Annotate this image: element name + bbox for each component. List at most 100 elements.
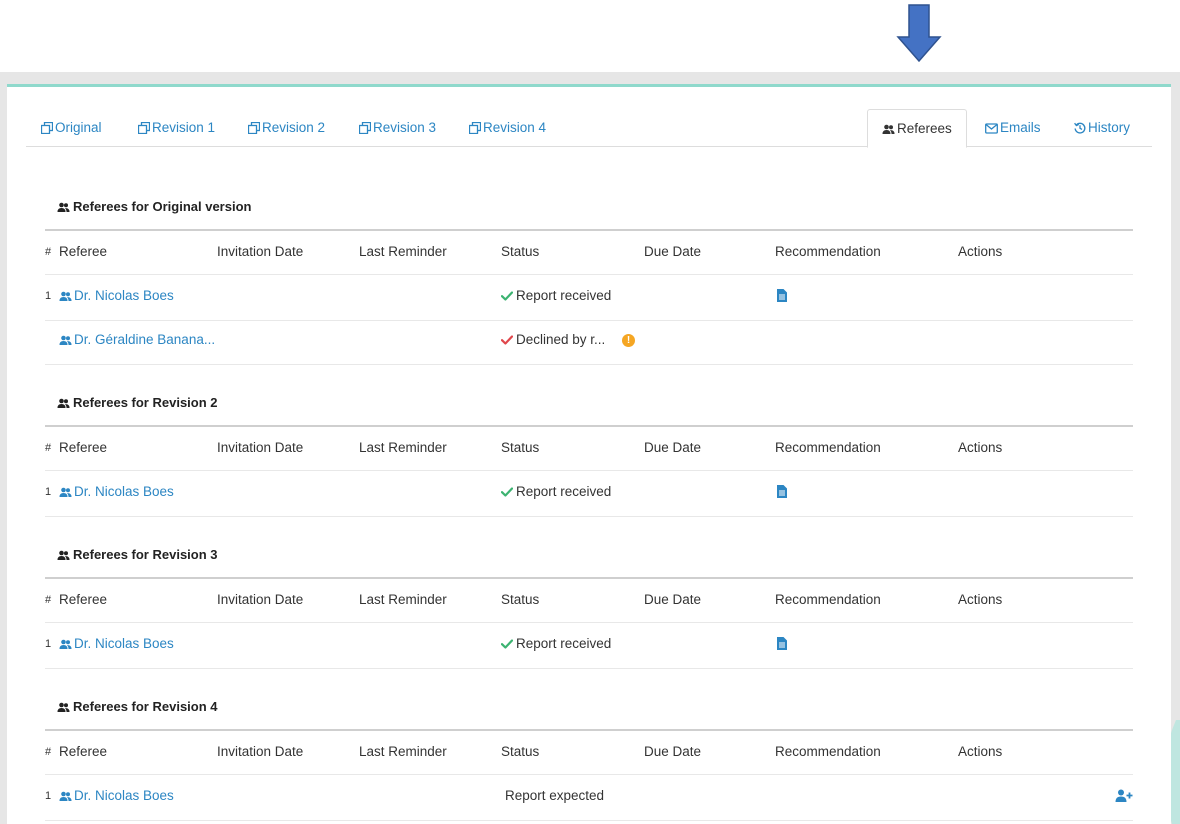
users-icon xyxy=(882,124,895,134)
warning-icon[interactable]: ! xyxy=(622,334,635,347)
check-green-icon xyxy=(500,288,516,303)
column-header: Actions xyxy=(958,592,1003,607)
column-header: Referee xyxy=(59,744,108,759)
column-header: # xyxy=(45,594,52,606)
status-text: Report expected xyxy=(505,788,605,803)
tab-revision-1[interactable]: Revision 1 xyxy=(137,109,216,147)
column-header: Invitation Date xyxy=(217,744,304,759)
row-divider xyxy=(45,516,1133,517)
column-header: Actions xyxy=(958,744,1003,759)
history-icon xyxy=(1074,122,1086,134)
tab-emails[interactable]: Emails xyxy=(985,109,1041,147)
status-cell: Report received xyxy=(500,288,611,303)
tab-label: Original xyxy=(55,120,102,135)
referee-link[interactable]: Dr. Géraldine Banana... xyxy=(59,332,215,347)
section-title: Referees for Revision 2 xyxy=(57,395,218,410)
row-number: 1 xyxy=(45,486,52,498)
section-title: Referees for Revision 4 xyxy=(57,699,218,714)
section-title-text: Referees for Original version xyxy=(73,199,252,214)
row-divider xyxy=(45,820,1133,821)
row-divider xyxy=(45,320,1133,321)
add-user-icon[interactable] xyxy=(1115,789,1133,805)
column-header: Recommendation xyxy=(775,744,881,759)
referee-link[interactable]: Dr. Nicolas Boes xyxy=(59,484,174,499)
document-icon[interactable] xyxy=(777,289,787,305)
users-icon xyxy=(59,791,72,801)
referee-link[interactable]: Dr. Nicolas Boes xyxy=(59,288,174,303)
referee-link[interactable]: Dr. Nicolas Boes xyxy=(59,788,174,803)
section-title-text: Referees for Revision 3 xyxy=(73,547,218,562)
status-cell: Report expected xyxy=(505,788,604,803)
column-header: Status xyxy=(501,244,540,259)
tab-label: Revision 1 xyxy=(152,120,216,135)
section-divider xyxy=(45,577,1133,579)
status-text: Report received xyxy=(516,636,612,651)
column-header: Due Date xyxy=(644,592,702,607)
status-cell: Declined by r... xyxy=(500,332,606,347)
copy-icon xyxy=(247,121,261,135)
section-title-text: Referees for Revision 4 xyxy=(73,699,218,714)
users-icon xyxy=(59,335,72,345)
row-number: 1 xyxy=(45,638,52,650)
status-cell: Report received xyxy=(500,484,612,499)
section-divider xyxy=(45,729,1133,731)
copy-icon xyxy=(358,121,372,135)
copy-icon xyxy=(137,121,151,135)
users-icon xyxy=(57,202,70,212)
check-red-icon xyxy=(500,332,516,347)
column-header: Invitation Date xyxy=(217,592,304,607)
users-icon xyxy=(57,398,70,408)
check-green-icon xyxy=(500,636,516,651)
column-header: Recommendation xyxy=(775,244,881,259)
column-header: # xyxy=(45,442,52,454)
section-title-text: Referees for Revision 2 xyxy=(73,395,218,410)
copy-icon xyxy=(40,121,54,135)
column-header: Last Reminder xyxy=(359,592,447,607)
header-divider xyxy=(45,274,1133,275)
tab-revision-4[interactable]: Revision 4 xyxy=(468,109,547,147)
column-header: Referee xyxy=(59,244,108,259)
tab-revision-2[interactable]: Revision 2 xyxy=(247,109,326,147)
header-divider xyxy=(45,470,1133,471)
column-header: Recommendation xyxy=(775,440,881,455)
tab-label: Referees xyxy=(897,121,952,136)
tab-label: Revision 2 xyxy=(262,120,326,135)
tab-history[interactable]: History xyxy=(1074,109,1130,147)
document-icon[interactable] xyxy=(777,637,787,653)
users-icon xyxy=(57,702,70,712)
document-icon[interactable] xyxy=(777,485,787,501)
users-icon xyxy=(59,639,72,649)
referee-name: Dr. Nicolas Boes xyxy=(74,288,174,303)
column-header: # xyxy=(45,246,52,258)
section-title: Referees for Revision 3 xyxy=(57,547,218,562)
column-header: Invitation Date xyxy=(217,440,304,455)
check-green-icon xyxy=(500,484,516,499)
referee-name: Dr. Nicolas Boes xyxy=(74,484,174,499)
section-divider xyxy=(45,229,1133,231)
column-header: Due Date xyxy=(644,244,702,259)
tab-referees[interactable]: Referees xyxy=(867,109,967,148)
column-header: # xyxy=(45,746,52,758)
users-icon xyxy=(59,487,72,497)
tab-label: Revision 4 xyxy=(483,120,547,135)
users-icon xyxy=(57,550,70,560)
referee-name: Dr. Géraldine Banana... xyxy=(74,332,216,347)
status-text: Declined by r... xyxy=(516,332,606,347)
row-divider xyxy=(45,364,1133,365)
column-header: Status xyxy=(501,592,540,607)
tab-label: Emails xyxy=(1000,120,1041,135)
column-header: Due Date xyxy=(644,744,702,759)
column-header: Last Reminder xyxy=(359,244,447,259)
section-divider xyxy=(45,425,1133,427)
column-header: Referee xyxy=(59,592,108,607)
tab-label: History xyxy=(1088,120,1131,135)
status-text: Report received xyxy=(516,484,612,499)
tab-revision-3[interactable]: Revision 3 xyxy=(358,109,436,147)
status-cell: Report received xyxy=(500,636,612,651)
referee-link[interactable]: Dr. Nicolas Boes xyxy=(59,636,174,651)
section-title: Referees for Original version xyxy=(57,199,251,214)
tab-original[interactable]: Original xyxy=(40,109,102,147)
column-header: Last Reminder xyxy=(359,744,447,759)
column-header: Due Date xyxy=(644,440,702,455)
users-icon xyxy=(59,291,72,301)
